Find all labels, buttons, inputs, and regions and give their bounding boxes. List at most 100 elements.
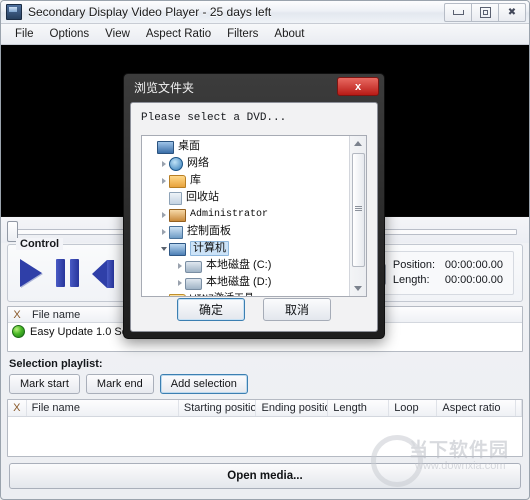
folder-icon (169, 293, 186, 296)
add-selection-button[interactable]: Add selection (159, 374, 248, 394)
selection-playlist-table[interactable]: X File name Starting position Ending pos… (7, 399, 523, 457)
tree-item-recycle-bin[interactable]: 回收站 (142, 189, 350, 206)
playlist-col-starting-position[interactable]: Starting position (179, 400, 257, 416)
tree-item-administrator[interactable]: Administrator (142, 206, 350, 223)
menu-item-file[interactable]: File (7, 26, 42, 42)
tree-item-label: Administrator (190, 209, 269, 220)
pause-button[interactable] (56, 259, 84, 289)
tree-item-label: 本地磁盘 (D:) (206, 276, 272, 288)
time-readout: Position: 00:00:00.00 Length: 00:00:00.00 (393, 258, 503, 288)
menu-item-view[interactable]: View (97, 26, 138, 42)
menu-bar: File Options View Aspect Ratio Filters A… (1, 24, 529, 45)
previous-button[interactable] (92, 259, 120, 289)
chevron-right-icon[interactable] (158, 160, 169, 167)
tree-scrollbar[interactable] (349, 136, 366, 296)
tree-item-library[interactable]: 库 (142, 172, 350, 189)
library-icon (169, 174, 186, 188)
scrollbar-grip-icon (355, 206, 362, 211)
tree-item-label: 控制面板 (187, 225, 231, 237)
length-row: Length: 00:00:00.00 (393, 273, 503, 288)
pause-icon (56, 259, 65, 287)
tree-item-win7-activation-tool[interactable]: WIN7激活工具 (142, 291, 350, 298)
green-orb-icon (12, 325, 25, 338)
close-button[interactable]: ✖ (498, 3, 526, 22)
network-icon (169, 156, 183, 171)
position-label: Position: (392, 259, 436, 271)
chevron-right-icon[interactable] (158, 211, 169, 218)
scrollbar-thumb[interactable] (352, 153, 365, 267)
playlist-col-ending-position[interactable]: Ending position (256, 400, 329, 416)
chevron-right-icon[interactable] (158, 297, 169, 298)
user-folder-icon (169, 208, 186, 222)
chevron-right-icon[interactable] (174, 262, 185, 269)
playlist-col-aspect-ratio[interactable]: Aspect ratio (437, 400, 516, 416)
tree-item-network[interactable]: 网络 (142, 155, 350, 172)
tree-item-label: 计算机 (190, 241, 229, 256)
position-row: Position: 00:00:00.00 (393, 258, 503, 273)
tree-item-label: 回收站 (186, 191, 219, 203)
folder-tree-items: 桌面 网络 库 回收站 Administrator 控制面板 计算机 本地磁盘 … (142, 136, 350, 296)
chevron-right-icon[interactable] (174, 279, 185, 286)
folder-tree[interactable]: 桌面 网络 库 回收站 Administrator 控制面板 计算机 本地磁盘 … (141, 135, 367, 297)
previous-icon (92, 260, 107, 288)
playlist-col-length[interactable]: Length (328, 400, 390, 416)
tree-item-label: WIN7激活工具 (190, 293, 254, 296)
window-title: Secondary Display Video Player - 25 days… (28, 5, 272, 19)
chevron-right-icon[interactable] (158, 177, 169, 184)
dialog-prompt: Please select a DVD... (141, 112, 287, 124)
application-window: Secondary Display Video Player - 25 days… (0, 0, 530, 500)
playlist-col-loop[interactable]: Loop (389, 400, 438, 416)
tree-item-desktop[interactable]: 桌面 (142, 138, 350, 155)
playlist-col-file-name[interactable]: File name (27, 400, 179, 416)
tree-item-computer[interactable]: 计算机 (142, 240, 350, 257)
dialog-close-button[interactable]: x (337, 77, 379, 96)
control-group-legend: Control (16, 238, 64, 250)
minimize-button[interactable] (444, 3, 472, 22)
playlist-col-x[interactable]: X (8, 400, 27, 416)
previous-icon-bar (107, 260, 114, 288)
mark-start-button[interactable]: Mark start (9, 374, 80, 394)
tree-item-control-panel[interactable]: 控制面板 (142, 223, 350, 240)
position-value: 00:00:00.00 (444, 259, 503, 271)
menu-item-about[interactable]: About (266, 26, 312, 42)
mark-end-button[interactable]: Mark end (85, 374, 154, 394)
tree-item-label: 本地磁盘 (C:) (206, 259, 272, 271)
dialog-cancel-button[interactable]: 取消 (263, 298, 331, 321)
length-label: Length: (392, 274, 430, 286)
selection-playlist-title: Selection playlist: (9, 358, 103, 370)
scroll-down-icon[interactable] (350, 281, 366, 296)
browse-folder-dialog: 浏览文件夹 x Please select a DVD... 桌面 网络 库 回… (123, 73, 385, 339)
chevron-right-icon[interactable] (158, 228, 169, 235)
chevron-down-icon[interactable] (158, 246, 169, 251)
control-panel-icon (169, 225, 183, 239)
media-col-x: X (13, 308, 21, 321)
scroll-up-icon[interactable] (350, 136, 366, 151)
close-icon: ✖ (507, 7, 517, 18)
recycle-bin-icon (169, 191, 182, 205)
open-media-button[interactable]: Open media... (9, 463, 521, 489)
selection-playlist-buttons: Mark start Mark end Add selection (9, 374, 529, 394)
position-info-panel: Position: 00:00:00.00 Length: 00:00:00.00 (367, 251, 514, 295)
pause-icon-second-bar (70, 259, 79, 287)
media-col-file-name: File name (32, 308, 81, 321)
dialog-ok-button[interactable]: 确定 (177, 298, 245, 321)
menu-item-options[interactable]: Options (42, 26, 98, 42)
tree-item-label: 网络 (187, 157, 209, 169)
tree-item-local-disk-d[interactable]: 本地磁盘 (D:) (142, 274, 350, 291)
close-icon: x (354, 80, 362, 93)
hard-disk-icon (185, 277, 202, 290)
playlist-header-row: X File name Starting position Ending pos… (8, 400, 522, 417)
title-bar: Secondary Display Video Player - 25 days… (1, 1, 529, 24)
maximize-icon (479, 7, 491, 18)
dialog-buttons: 确定 取消 (131, 298, 377, 321)
hard-disk-icon (185, 260, 202, 273)
play-button[interactable] (20, 259, 48, 289)
tree-item-local-disk-c[interactable]: 本地磁盘 (C:) (142, 257, 350, 274)
dialog-title: 浏览文件夹 (134, 80, 195, 95)
maximize-button[interactable] (471, 3, 499, 22)
menu-item-aspect-ratio[interactable]: Aspect Ratio (138, 26, 219, 42)
tree-item-label: 库 (190, 174, 201, 186)
length-value: 00:00:00.00 (444, 274, 503, 286)
menu-item-filters[interactable]: Filters (219, 26, 266, 42)
dialog-body: Please select a DVD... 桌面 网络 库 回收站 Admin… (130, 102, 378, 332)
